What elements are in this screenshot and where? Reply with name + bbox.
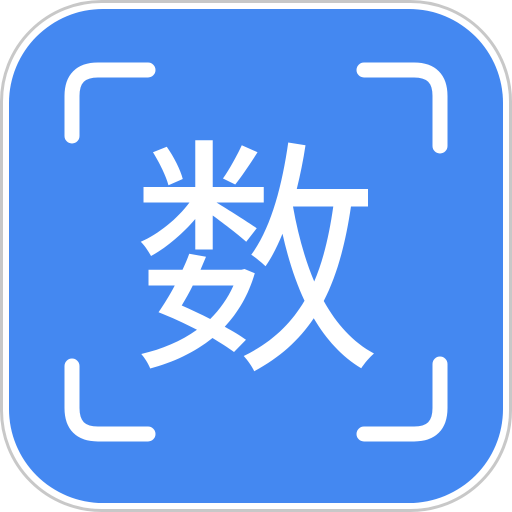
app-icon[interactable]: 数 — [0, 0, 512, 512]
app-icon-graphic: 数 — [0, 0, 512, 512]
center-glyph: 数 — [131, 119, 381, 410]
